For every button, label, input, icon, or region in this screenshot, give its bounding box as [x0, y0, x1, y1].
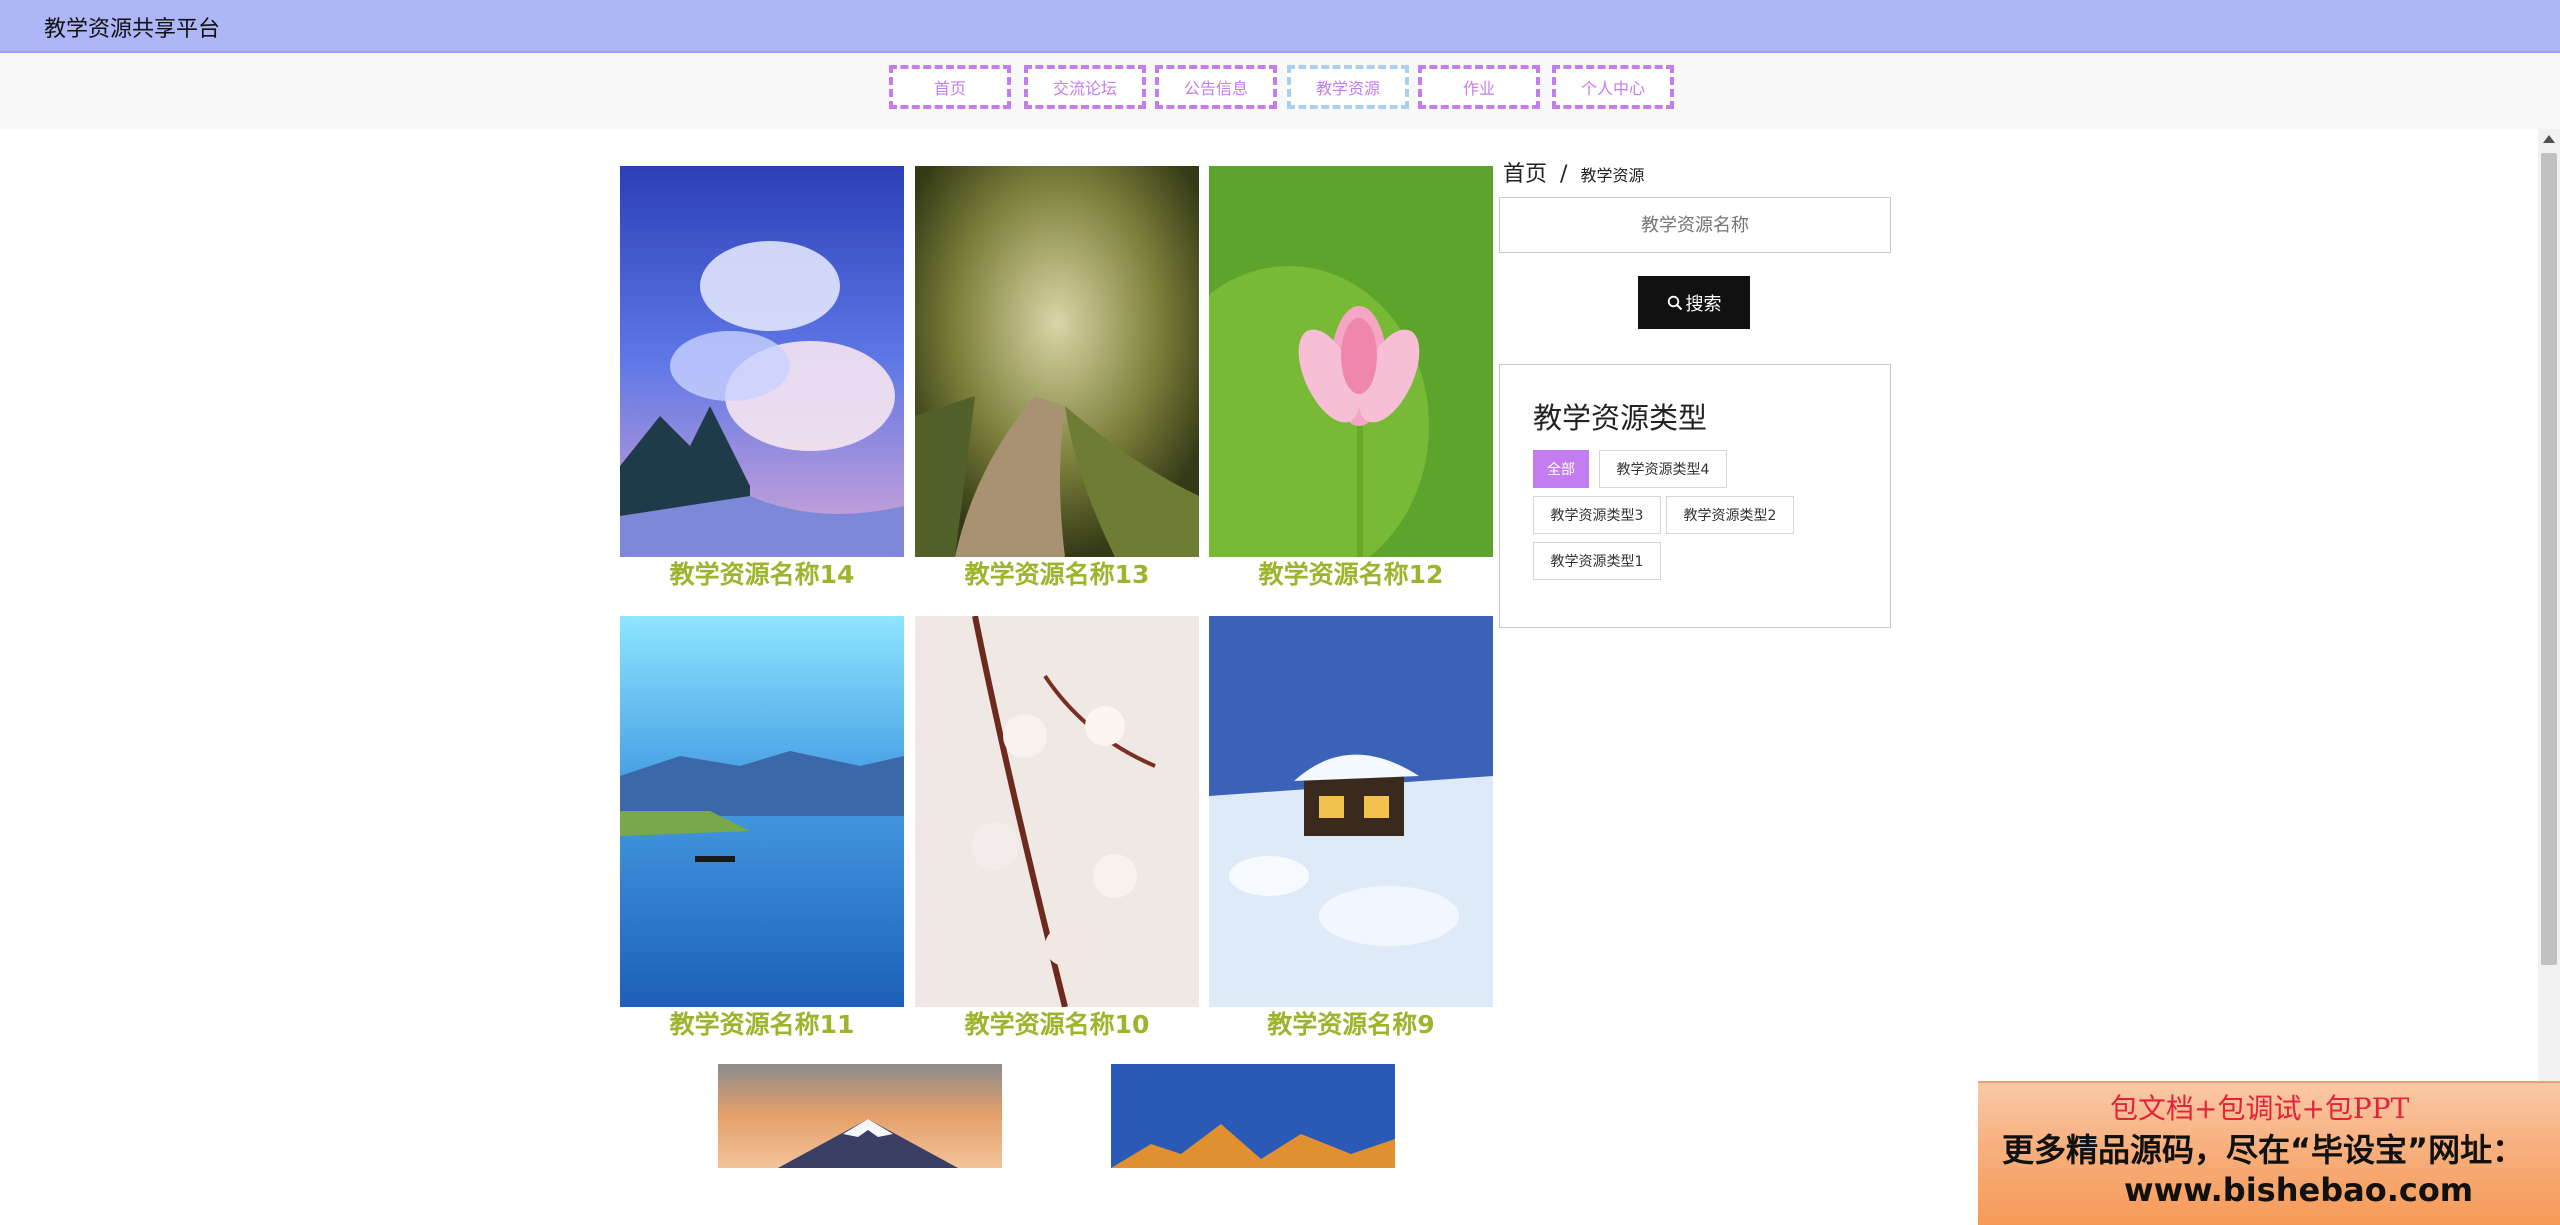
scroll-up-icon[interactable]	[2543, 135, 2555, 143]
resource-card[interactable]: 教学资源名称9	[1209, 616, 1493, 1041]
nav-item-resources[interactable]: 教学资源	[1287, 65, 1409, 109]
breadcrumb-separator: /	[1560, 162, 1568, 187]
resource-card[interactable]: 教学资源名称14	[620, 166, 904, 591]
resource-image-blossom[interactable]	[915, 616, 1199, 1007]
search-button[interactable]: 搜索	[1638, 276, 1750, 329]
scrollbar-thumb[interactable]	[2541, 153, 2557, 965]
resource-image-forest[interactable]	[915, 166, 1199, 557]
type-tag-2[interactable]: 教学资源类型2	[1666, 496, 1794, 534]
resource-types-panel: 教学资源类型 全部 教学资源类型4 教学资源类型3 教学资源类型2 教学资源类型…	[1499, 364, 1891, 628]
resource-title[interactable]: 教学资源名称11	[620, 1009, 904, 1041]
resource-image-peaks[interactable]	[1111, 1064, 1395, 1168]
resource-title[interactable]: 教学资源名称14	[620, 559, 904, 591]
resource-title[interactable]: 教学资源名称13	[915, 559, 1199, 591]
resource-title[interactable]: 教学资源名称12	[1209, 559, 1493, 591]
resource-image-sky[interactable]	[620, 166, 904, 557]
resource-card[interactable]: 教学资源名称10	[915, 616, 1199, 1041]
resource-title[interactable]: 教学资源名称9	[1209, 1009, 1493, 1041]
type-tag-all[interactable]: 全部	[1533, 450, 1589, 488]
nav-item-home[interactable]: 首页	[889, 65, 1011, 109]
top-header: 教学资源共享平台	[0, 0, 2560, 53]
types-title: 教学资源类型	[1533, 401, 1708, 435]
search-input[interactable]	[1499, 197, 1891, 253]
nav-item-profile[interactable]: 个人中心	[1552, 65, 1674, 109]
search-button-label: 搜索	[1685, 293, 1722, 315]
resource-title[interactable]: 教学资源名称10	[915, 1009, 1199, 1041]
page-scrollbar[interactable]	[2538, 129, 2560, 1223]
nav-item-forum[interactable]: 交流论坛	[1024, 65, 1146, 109]
app-title[interactable]: 教学资源共享平台	[44, 11, 220, 43]
resource-card[interactable]: 教学资源名称13	[915, 166, 1199, 591]
ad-line-1: 包文档+包调试+包PPT	[2110, 1092, 2410, 1125]
resource-image-lake[interactable]	[620, 616, 904, 1007]
ad-banner[interactable]: 包文档+包调试+包PPT 更多精品源码，尽在“毕设宝”网址： www.bishe…	[1978, 1081, 2560, 1225]
ad-line-3: www.bishebao.com	[2124, 1171, 2474, 1209]
ad-line-2: 更多精品源码，尽在“毕设宝”网址：	[2002, 1131, 2525, 1169]
nav-item-homework[interactable]: 作业	[1418, 65, 1540, 109]
search-icon	[1667, 295, 1682, 310]
breadcrumb-current: 教学资源	[1580, 166, 1645, 185]
breadcrumb: 首页 / 教学资源	[1503, 156, 1644, 188]
resource-image-mountain[interactable]	[718, 1064, 1002, 1168]
breadcrumb-home[interactable]: 首页	[1503, 162, 1547, 187]
type-tag-3[interactable]: 教学资源类型3	[1533, 496, 1661, 534]
resource-image-lotus[interactable]	[1209, 166, 1493, 557]
main-nav: 首页 交流论坛 公告信息 教学资源 作业 个人中心	[0, 53, 2560, 129]
resource-image-snow[interactable]	[1209, 616, 1493, 1007]
resource-card[interactable]: 教学资源名称12	[1209, 166, 1493, 591]
type-tag-4[interactable]: 教学资源类型4	[1599, 450, 1727, 488]
resource-card[interactable]: 教学资源名称11	[620, 616, 904, 1041]
nav-item-notices[interactable]: 公告信息	[1155, 65, 1277, 109]
type-tag-1[interactable]: 教学资源类型1	[1533, 542, 1661, 580]
